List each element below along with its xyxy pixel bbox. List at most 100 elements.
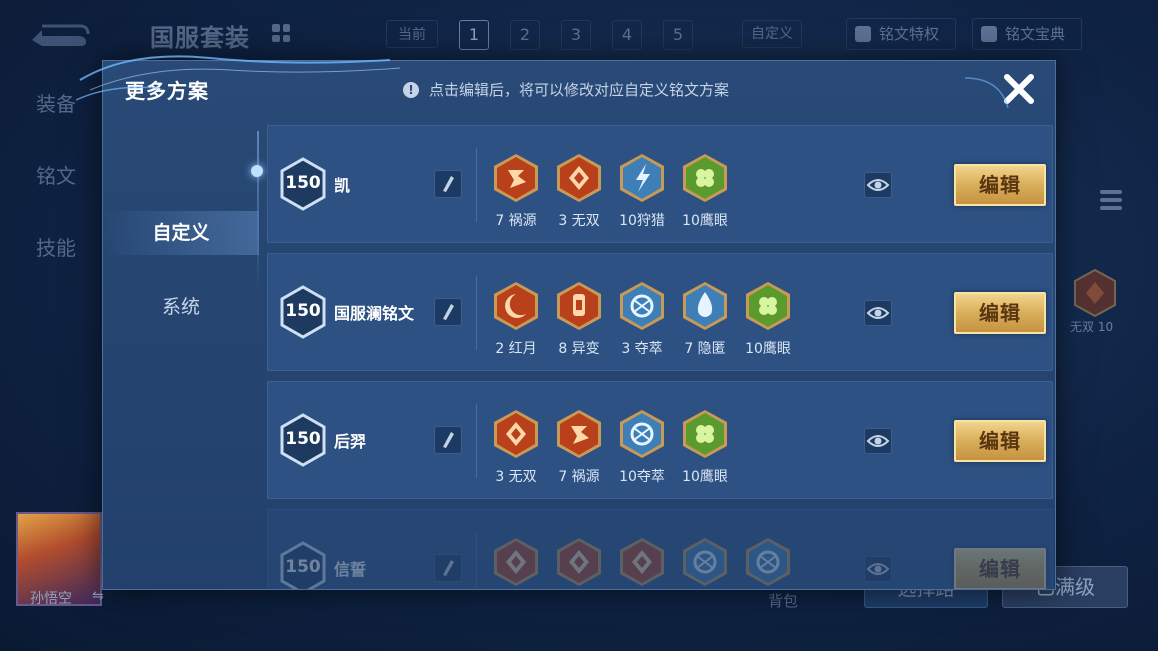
eye-icon xyxy=(866,307,890,319)
plan-name: 国服澜铭文 xyxy=(334,304,415,323)
rune-slot[interactable]: 8 异变 xyxy=(553,280,605,358)
plan-row[interactable]: 150 后羿 3 无双 7 祸源 10夺萃 10鹰眼 编辑 xyxy=(267,381,1053,499)
side-tab-skills[interactable]: 技能 xyxy=(36,232,76,261)
rune-label: 10鹰眼 xyxy=(745,341,791,357)
background-title: 国服套装 xyxy=(150,24,250,52)
side-tab-runes[interactable]: 铭文 xyxy=(36,160,76,189)
plan-list[interactable]: 150 凯 7 祸源 3 无双 10狩猎 10鹰眼 编辑 150 国服澜铭文 2… xyxy=(267,125,1053,589)
swap-icon[interactable]: ⇋ xyxy=(92,588,104,604)
rune-slot[interactable]: 7 祸源 xyxy=(490,152,542,230)
rune-blue-bolt-icon xyxy=(616,152,668,204)
nav-divider xyxy=(257,131,259,291)
rune-red-diamond-icon xyxy=(490,408,542,460)
rune-label: 10夺萃 xyxy=(619,469,665,485)
rune-slot[interactable]: 10狩猎 xyxy=(616,152,668,230)
edit-button[interactable]: 编辑 xyxy=(954,420,1046,462)
rune-slot[interactable] xyxy=(553,536,605,589)
pen-icon xyxy=(443,176,454,192)
rune-red-icon xyxy=(490,536,542,588)
plan-row[interactable]: 150 国服澜铭文 2 红月 8 异变 3 夺萃 7 隐匿 10鹰眼 编辑 xyxy=(267,253,1053,371)
plan-category-nav: 自定义 系统 xyxy=(103,127,259,589)
back-arrow-icon[interactable] xyxy=(28,18,90,50)
plan-name: 凯 xyxy=(334,176,351,195)
rune-label: 8 异变 xyxy=(558,341,600,357)
rune-red-diamond-icon xyxy=(553,152,605,204)
plan-row[interactable]: 150 凯 7 祸源 3 无双 10狩猎 10鹰眼 编辑 xyxy=(267,125,1053,243)
page-tab-1[interactable]: 1 xyxy=(459,20,489,50)
preview-button[interactable] xyxy=(864,300,892,326)
close-icon[interactable] xyxy=(1001,71,1037,107)
preview-button[interactable] xyxy=(864,172,892,198)
list-menu-icon[interactable] xyxy=(1100,190,1122,212)
rename-button[interactable] xyxy=(434,426,462,454)
plan-row[interactable]: 150 信誓 编辑 xyxy=(267,509,1053,589)
page-tab-3[interactable]: 3 xyxy=(561,20,591,50)
custom-tab[interactable]: 自定义 xyxy=(742,20,802,48)
rune-slot[interactable]: 3 无双 xyxy=(553,152,605,230)
edit-button[interactable]: 编辑 xyxy=(954,164,1046,206)
rune-privilege-button[interactable]: 铭文特权 xyxy=(846,18,956,50)
rune-red-icon xyxy=(553,536,605,588)
rune-slot[interactable]: 10鹰眼 xyxy=(679,408,731,486)
grid-icon[interactable] xyxy=(272,24,290,42)
rune-slot[interactable]: 10鹰眼 xyxy=(679,152,731,230)
level-badge: 150 xyxy=(278,540,328,589)
rune-blue-knot-icon xyxy=(616,408,668,460)
edit-button[interactable]: 编辑 xyxy=(954,292,1046,334)
edit-button[interactable]: 编辑 xyxy=(954,548,1046,589)
rune-label: 3 夺萃 xyxy=(621,341,663,357)
rune-slot[interactable]: 7 隐匿 xyxy=(679,280,731,358)
rune-slot[interactable]: 10夺萃 xyxy=(616,408,668,486)
rune-slot[interactable]: 2 红月 xyxy=(490,280,542,358)
rename-button[interactable] xyxy=(434,298,462,326)
background-top-bar: 国服套装 当前 1 2 3 4 5 自定义 铭文特权 铭文宝典 xyxy=(0,0,1158,60)
current-page-label: 当前 xyxy=(386,20,438,48)
rune-guide-button[interactable]: 铭文宝典 xyxy=(972,18,1082,50)
rune-green-clover-icon xyxy=(742,280,794,332)
rune-red-icon xyxy=(616,536,668,588)
preview-button[interactable] xyxy=(864,556,892,582)
nav-system[interactable]: 系统 xyxy=(103,285,259,329)
rune-slot[interactable] xyxy=(490,536,542,589)
rune-label: 10鹰眼 xyxy=(682,213,728,229)
row-divider xyxy=(476,404,477,478)
hint-text: 点击编辑后，将可以修改对应自定义铭文方案 xyxy=(429,81,730,99)
modal-title: 更多方案 xyxy=(125,79,209,103)
row-divider xyxy=(476,276,477,350)
rune-slot[interactable]: 3 无双 xyxy=(490,408,542,486)
pen-icon xyxy=(443,304,454,320)
rune-label: 7 祸源 xyxy=(495,213,537,229)
rune-label: 10狩猎 xyxy=(619,213,665,229)
preview-button[interactable] xyxy=(864,428,892,454)
rune-green-clover-icon xyxy=(679,408,731,460)
rename-button[interactable] xyxy=(434,554,462,582)
rename-button[interactable] xyxy=(434,170,462,198)
rune-label: 2 红月 xyxy=(495,341,537,357)
row-divider xyxy=(476,532,477,589)
gift-icon xyxy=(855,26,871,42)
rune-slot[interactable]: 10鹰眼 xyxy=(742,280,794,358)
eye-icon xyxy=(866,563,890,575)
rune-blue-icon xyxy=(679,536,731,588)
page-tab-5[interactable]: 5 xyxy=(663,20,693,50)
book-icon xyxy=(981,26,997,42)
rune-label: 7 隐匿 xyxy=(684,341,726,357)
page-tab-2[interactable]: 2 xyxy=(510,20,540,50)
rune-slot[interactable] xyxy=(679,536,731,589)
rune-blue-knot-icon xyxy=(616,280,668,332)
side-tab-equipment[interactable]: 装备 xyxy=(36,88,76,117)
eye-icon xyxy=(866,435,890,447)
nav-custom[interactable]: 自定义 xyxy=(103,211,259,255)
row-divider xyxy=(476,148,477,222)
bag-label: 背包 xyxy=(768,592,799,610)
rune-red-claw-icon xyxy=(553,408,605,460)
rune-slot[interactable] xyxy=(616,536,668,589)
background-rune-label: 无双 10 xyxy=(1070,320,1114,334)
rune-slot[interactable] xyxy=(742,536,794,589)
page-tab-4[interactable]: 4 xyxy=(612,20,642,50)
rune-slot[interactable]: 3 夺萃 xyxy=(616,280,668,358)
background-rune-icon xyxy=(1074,268,1116,318)
level-number: 150 xyxy=(285,429,321,449)
more-plans-modal: 更多方案 ! 点击编辑后，将可以修改对应自定义铭文方案 自定义 系统 150 凯… xyxy=(102,60,1056,590)
rune-slot[interactable]: 7 祸源 xyxy=(553,408,605,486)
